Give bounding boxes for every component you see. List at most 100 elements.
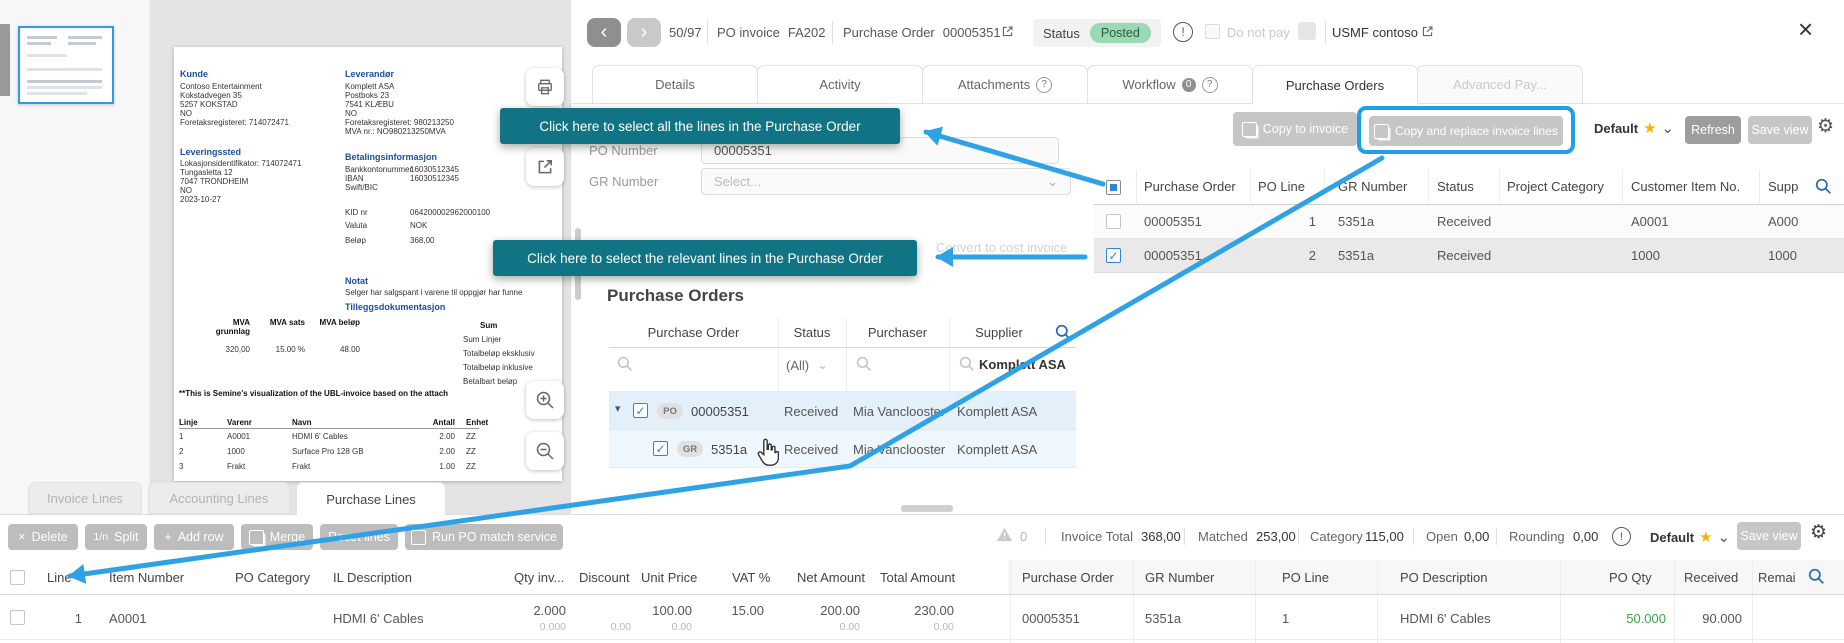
settings-gear-icon[interactable]: ⚙ (1817, 115, 1834, 138)
row-checkbox[interactable] (10, 610, 25, 625)
copy-to-invoice-button[interactable]: Copy to invoice (1233, 112, 1357, 146)
horizontal-scrollbar[interactable] (901, 505, 953, 512)
save-view-button[interactable]: Save view (1748, 116, 1812, 144)
doc-payment-label: KID nr (345, 209, 368, 218)
refresh-button[interactable]: Refresh (1685, 116, 1741, 144)
reset-lines-button[interactable]: Reset lines (320, 524, 398, 550)
po-breadcrumb: Purchase Order 00005351 (843, 25, 1001, 40)
po-filter-input[interactable] (617, 356, 633, 375)
divider (1413, 528, 1414, 545)
doc-line-cell: 2.00 (414, 448, 455, 457)
thumbnail-line (27, 92, 87, 95)
doc-line-cell: 1 (179, 433, 183, 442)
gr-row[interactable]: ✓ GR 5351a Received Mia Vanclooster Komp… (609, 430, 1076, 468)
column-header: PO Line (1258, 179, 1305, 194)
page-thumbnail[interactable] (18, 26, 114, 104)
open-po-link[interactable] (1001, 25, 1014, 41)
delete-button[interactable]: × Delete (8, 524, 78, 550)
thumbnail-line (27, 86, 102, 89)
print-button[interactable] (526, 68, 564, 106)
po-line-row[interactable]: ✓ 00005351 2 5351a Received 1000 1000 (1094, 239, 1844, 273)
partial-thumbnail[interactable] (0, 24, 10, 96)
doc-line-cell: Surface Pro 128 GB (292, 448, 364, 457)
row-checkbox[interactable]: ✓ (633, 403, 648, 418)
tab-activity[interactable]: Activity (757, 65, 923, 104)
tab-workflow[interactable]: Workflow 0 ? (1087, 65, 1253, 104)
do-not-pay-checkbox[interactable] (1205, 24, 1220, 39)
view-selector[interactable]: Default ★ ⌄ (1594, 119, 1674, 137)
zoom-out-button[interactable] (526, 432, 564, 470)
previous-invoice-button[interactable]: ‹ (587, 18, 621, 47)
invoice-line-row[interactable]: 1 A0001 HDMI 6' Cables 2.000 0.000 0.00 … (0, 595, 1844, 640)
gr-number-select[interactable]: Select... ⌄ (701, 168, 1071, 195)
save-view-button[interactable]: Save view (1737, 522, 1801, 550)
grid-search-icon[interactable] (1815, 178, 1832, 198)
open-external-button[interactable] (526, 148, 564, 186)
open-company-link[interactable] (1421, 25, 1434, 41)
select-all-lines-checkbox[interactable] (1106, 180, 1121, 195)
doc-vat-value: 48.00 (312, 346, 360, 355)
row-checkbox[interactable]: ✓ (653, 441, 668, 456)
doc-type-label: PO invoice (717, 25, 780, 40)
tab-accounting-lines[interactable]: Accounting Lines (148, 482, 290, 514)
tab-details[interactable]: Details (592, 65, 758, 104)
next-invoice-button[interactable]: › (627, 18, 661, 47)
doc-line-cell: 2.00 (414, 433, 455, 442)
select-all-lines-checkbox[interactable] (10, 570, 25, 585)
tab-attachments[interactable]: Attachments ? (922, 65, 1088, 104)
copy-and-replace-button[interactable]: Copy and replace invoice lines (1369, 116, 1563, 146)
merge-button[interactable]: Merge (241, 524, 313, 550)
note-icon[interactable] (1298, 22, 1316, 40)
close-button[interactable]: × (1798, 16, 1813, 42)
status-filter-select[interactable]: (All) ⌄ (786, 357, 828, 373)
doc-vat-header: MVA grunnlag (210, 318, 250, 336)
purchase-orders-grid: Purchase Order Status Purchaser Supplier… (609, 318, 1076, 468)
po-row[interactable]: ▾ ✓ PO 00005351 Received Mia Vanclooster… (609, 392, 1076, 430)
zoom-in-button[interactable] (526, 381, 564, 419)
column-header: Supplier (949, 325, 1049, 340)
external-link-icon (536, 158, 554, 176)
search-icon (617, 356, 633, 372)
gr-badge: GR (677, 441, 703, 457)
cell-gr-number: 5351a (1145, 611, 1181, 626)
po-number: 00005351 (943, 25, 1001, 40)
search-icon (1815, 178, 1832, 195)
chevron-down-icon: ⌄ (1047, 174, 1058, 190)
grid-search-icon[interactable] (1055, 324, 1072, 344)
tab-invoice-lines[interactable]: Invoice Lines (28, 482, 142, 514)
divider (1496, 528, 1497, 545)
doc-delivery-heading: Leveringssted (180, 147, 241, 157)
column-header: Total Amount (880, 570, 955, 585)
warning-triangle-icon (996, 527, 1013, 542)
doc-line-cell: 1.00 (414, 463, 455, 472)
cell-gr-number: 5351a (1338, 214, 1374, 229)
zoom-in-icon (535, 390, 555, 410)
tab-purchase-lines[interactable]: Purchase Lines (296, 482, 446, 515)
doc-lines-header: Antall (414, 418, 455, 427)
row-checkbox[interactable] (1106, 214, 1121, 229)
run-po-match-button[interactable]: Run PO match service (405, 524, 563, 550)
cell-status: Received (1437, 214, 1491, 229)
thumbnail-line (27, 42, 51, 45)
view-selector[interactable]: Default ★ ⌄ (1650, 528, 1730, 546)
row-checkbox[interactable]: ✓ (1106, 248, 1121, 263)
total-value: 115,00 (1365, 529, 1404, 544)
po-line-row[interactable]: 00005351 1 5351a Received A0001 A000 (1094, 205, 1844, 239)
add-row-button[interactable]: + Add row (154, 524, 234, 550)
column-header: Net Amount (797, 570, 865, 585)
bang-glyph: ! (1620, 531, 1623, 543)
supplier-filter-input[interactable] (959, 356, 975, 375)
merge-icon (249, 530, 264, 545)
expand-caret-icon[interactable]: ▾ (615, 402, 621, 415)
purchaser-filter-input[interactable] (856, 356, 872, 375)
alert-icon[interactable]: ! (1173, 22, 1193, 42)
chevron-down-icon: ⌄ (1662, 119, 1675, 137)
split-button[interactable]: 1/n Split (85, 524, 147, 550)
alert-icon[interactable]: ! (1612, 527, 1631, 546)
grid-search-icon[interactable] (1808, 568, 1825, 588)
settings-gear-icon[interactable]: ⚙ (1810, 521, 1827, 544)
tab-purchase-orders[interactable]: Purchase Orders (1252, 65, 1418, 105)
cell-qty-invoiced-alt: 0.000 (500, 621, 566, 633)
tab-label: Advanced Pay... (1453, 77, 1547, 92)
cell-status: Received (784, 442, 838, 457)
